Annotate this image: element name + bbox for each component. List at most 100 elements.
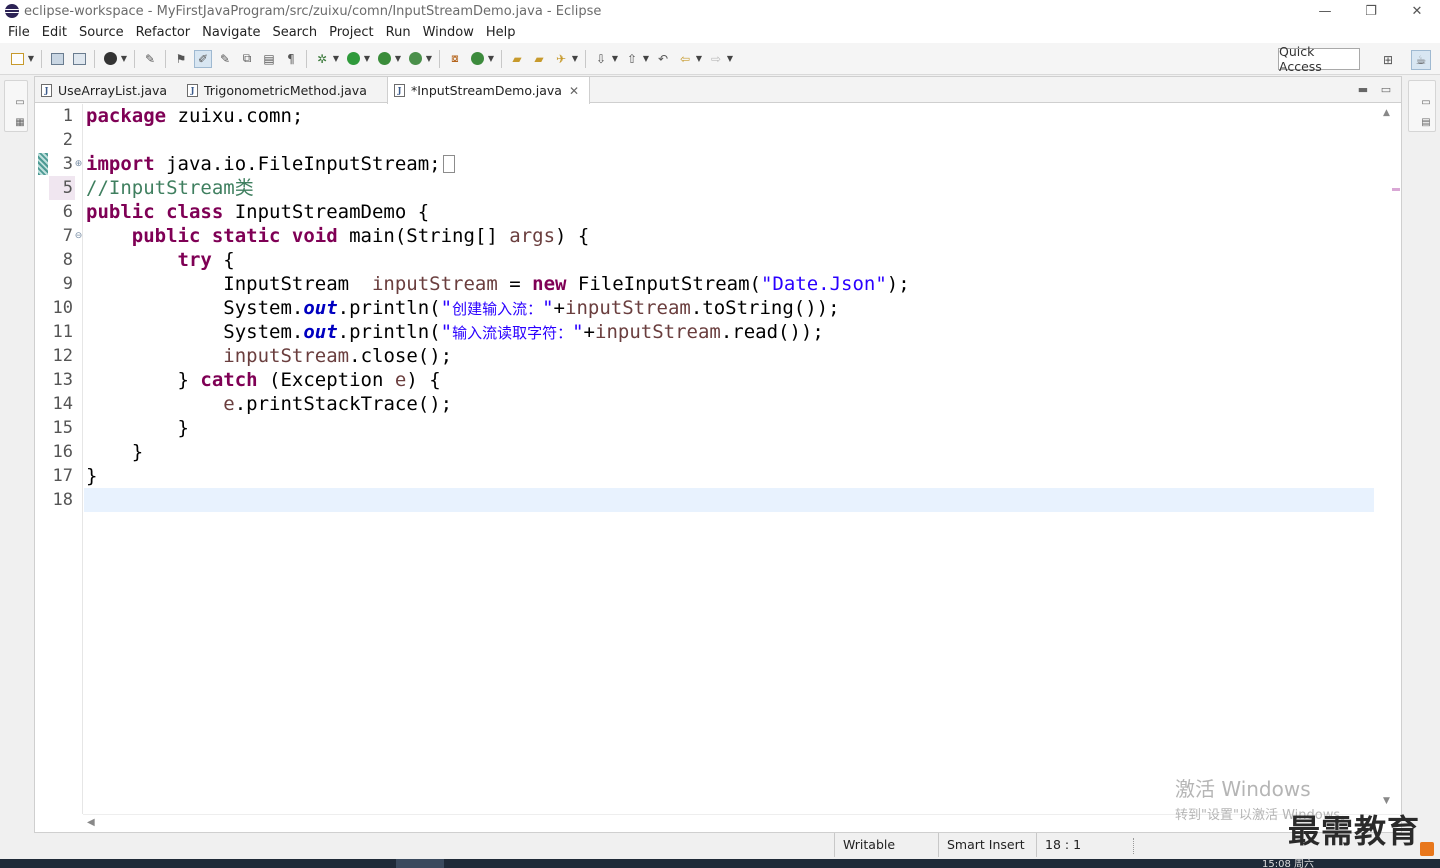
expand-fold-icon[interactable]: ⊕ bbox=[74, 160, 83, 169]
run-icon[interactable] bbox=[344, 50, 362, 68]
code-line: e.printStackTrace(); bbox=[223, 393, 453, 415]
run-dropdown-icon[interactable]: ▼ bbox=[363, 50, 371, 68]
tab-input-stream-demo[interactable]: J *InputStreamDemo.java ✕ bbox=[387, 77, 590, 104]
scroll-down-icon[interactable]: ▼ bbox=[1383, 796, 1390, 806]
collapse-fold-icon[interactable]: ⊖ bbox=[74, 232, 83, 241]
line-number: 18 bbox=[52, 490, 73, 510]
new-dropdown-icon[interactable]: ▼ bbox=[27, 50, 35, 68]
next-annotation-dropdown-icon[interactable]: ▼ bbox=[611, 50, 619, 68]
collapsed-imports-marker[interactable] bbox=[442, 155, 455, 173]
status-insert-mode[interactable]: Smart Insert bbox=[938, 833, 1036, 857]
previous-annotation-icon[interactable]: ⇧ bbox=[623, 50, 641, 68]
left-trim-bar: ▭ ▦ bbox=[0, 76, 34, 833]
code-line: import java.io.FileInputStream; bbox=[86, 152, 455, 176]
minimize-editor-icon[interactable]: ▬ bbox=[1356, 82, 1370, 96]
forward-icon[interactable]: ⇨ bbox=[707, 50, 725, 68]
coverage-dropdown-icon[interactable]: ▼ bbox=[394, 50, 402, 68]
os-taskbar: 15:08 周六 bbox=[0, 859, 1440, 868]
line-number: 7 bbox=[62, 226, 73, 246]
line-number: 12 bbox=[52, 346, 73, 366]
menu-navigate[interactable]: Navigate bbox=[196, 22, 266, 43]
menu-file[interactable]: File bbox=[2, 22, 36, 43]
menu-source[interactable]: Source bbox=[73, 22, 130, 43]
status-cursor-position: 18 : 1 bbox=[1036, 833, 1132, 857]
outline-view-icon[interactable]: ▤ bbox=[1419, 115, 1433, 129]
tab-use-array-list[interactable]: J UseArrayList.java bbox=[35, 77, 181, 103]
debug-dropdown-icon[interactable]: ▼ bbox=[332, 50, 340, 68]
menu-help[interactable]: Help bbox=[480, 22, 522, 43]
taskbar-active-app[interactable] bbox=[396, 859, 444, 868]
block-selection-icon[interactable]: ⧉ bbox=[238, 50, 256, 68]
java-file-icon: J bbox=[187, 83, 198, 97]
previous-annotation-dropdown-icon[interactable]: ▼ bbox=[642, 50, 650, 68]
skip-dropdown-icon[interactable]: ▼ bbox=[120, 50, 128, 68]
new-icon[interactable] bbox=[8, 50, 26, 68]
toggle-highlight-icon[interactable]: ✐ bbox=[194, 49, 212, 68]
next-annotation-icon[interactable]: ⇩ bbox=[592, 50, 610, 68]
vertical-scrollbar[interactable]: ▲ ▼ bbox=[1374, 104, 1401, 814]
coverage-icon[interactable] bbox=[375, 50, 393, 68]
back-icon[interactable]: ⇦ bbox=[676, 50, 694, 68]
new-class-dropdown-icon[interactable]: ▼ bbox=[487, 50, 495, 68]
package-explorer-icon[interactable]: ▦ bbox=[13, 115, 27, 129]
open-task-icon[interactable]: ▰ bbox=[530, 50, 548, 68]
code-line: } bbox=[86, 441, 144, 463]
close-button[interactable]: ✕ bbox=[1394, 0, 1440, 22]
tab-trigonometric-method[interactable]: J TrigonometricMethod.java bbox=[181, 77, 387, 103]
minimize-button[interactable]: — bbox=[1302, 0, 1348, 22]
debug-icon[interactable]: ✲ bbox=[313, 50, 331, 68]
code-line: InputStream inputStream = new FileInputS… bbox=[86, 273, 910, 295]
mark-occurrences-icon[interactable]: ✎ bbox=[216, 50, 234, 68]
code-editor[interactable]: package zuixu.comn; import java.io.FileI… bbox=[84, 104, 1374, 814]
tab-label: TrigonometricMethod.java bbox=[204, 82, 367, 98]
last-edit-location-icon[interactable]: ↶ bbox=[654, 50, 672, 68]
new-java-class-icon[interactable] bbox=[468, 50, 486, 68]
save-all-icon[interactable] bbox=[70, 50, 88, 68]
quick-access-field[interactable]: Quick Access bbox=[1278, 44, 1360, 74]
status-writable: Writable bbox=[834, 833, 938, 857]
open-perspective-icon[interactable]: ⊞ bbox=[1378, 50, 1398, 70]
restore-view-icon[interactable]: ▭ bbox=[1419, 95, 1433, 109]
menu-refactor[interactable]: Refactor bbox=[130, 22, 197, 43]
external-tools-icon[interactable] bbox=[406, 50, 424, 68]
code-line: package zuixu.comn; bbox=[86, 105, 304, 127]
menu-search[interactable]: Search bbox=[266, 22, 323, 43]
new-java-package-icon[interactable]: ⧇ bbox=[446, 50, 464, 68]
search-icon[interactable]: ✈ bbox=[552, 50, 570, 68]
save-icon[interactable] bbox=[48, 50, 66, 68]
external-tools-dropdown-icon[interactable]: ▼ bbox=[425, 50, 433, 68]
back-dropdown-icon[interactable]: ▼ bbox=[695, 50, 703, 68]
open-type-icon[interactable]: ⚑ bbox=[172, 50, 190, 68]
scroll-left-icon[interactable]: ◀ bbox=[87, 817, 95, 828]
restore-button[interactable]: ❐ bbox=[1348, 0, 1394, 22]
menu-project[interactable]: Project bbox=[323, 22, 379, 43]
show-source-icon[interactable]: ▤ bbox=[260, 50, 278, 68]
java-perspective-icon[interactable]: ☕ bbox=[1411, 50, 1431, 70]
overview-ruler-marker[interactable] bbox=[1392, 188, 1400, 191]
maximize-editor-icon[interactable]: ▭ bbox=[1379, 82, 1393, 96]
forward-dropdown-icon[interactable]: ▼ bbox=[726, 50, 734, 68]
menu-edit[interactable]: Edit bbox=[36, 22, 73, 43]
toolbar-separator bbox=[134, 49, 135, 68]
minimized-stack-right: ▭ ▤ bbox=[1408, 80, 1436, 132]
close-tab-icon[interactable]: ✕ bbox=[569, 84, 579, 98]
code-line: } catch (Exception e) { bbox=[86, 369, 441, 391]
code-line: try { bbox=[177, 249, 235, 271]
menu-window[interactable]: Window bbox=[417, 22, 480, 43]
code-line: } bbox=[86, 417, 189, 439]
line-number: 14 bbox=[52, 394, 73, 414]
line-number: 9 bbox=[62, 274, 73, 294]
java-file-icon: J bbox=[41, 83, 52, 97]
restore-view-icon[interactable]: ▭ bbox=[13, 95, 27, 109]
show-whitespace-icon[interactable]: ¶ bbox=[282, 50, 300, 68]
scroll-up-icon[interactable]: ▲ bbox=[1383, 108, 1390, 118]
status-bar: Writable Smart Insert 18 : 1 bbox=[0, 833, 1440, 859]
open-type-folder-icon[interactable]: ▰ bbox=[508, 50, 526, 68]
search-dropdown-icon[interactable]: ▼ bbox=[571, 50, 579, 68]
debug-pin-icon[interactable]: ✎ bbox=[141, 50, 159, 68]
menu-run[interactable]: Run bbox=[380, 22, 417, 43]
tab-label: *InputStreamDemo.java bbox=[411, 83, 562, 98]
skip-breakpoints-icon[interactable] bbox=[101, 50, 119, 68]
window-title: eclipse-workspace - MyFirstJavaProgram/s… bbox=[24, 3, 602, 19]
line-number: 8 bbox=[62, 250, 73, 270]
